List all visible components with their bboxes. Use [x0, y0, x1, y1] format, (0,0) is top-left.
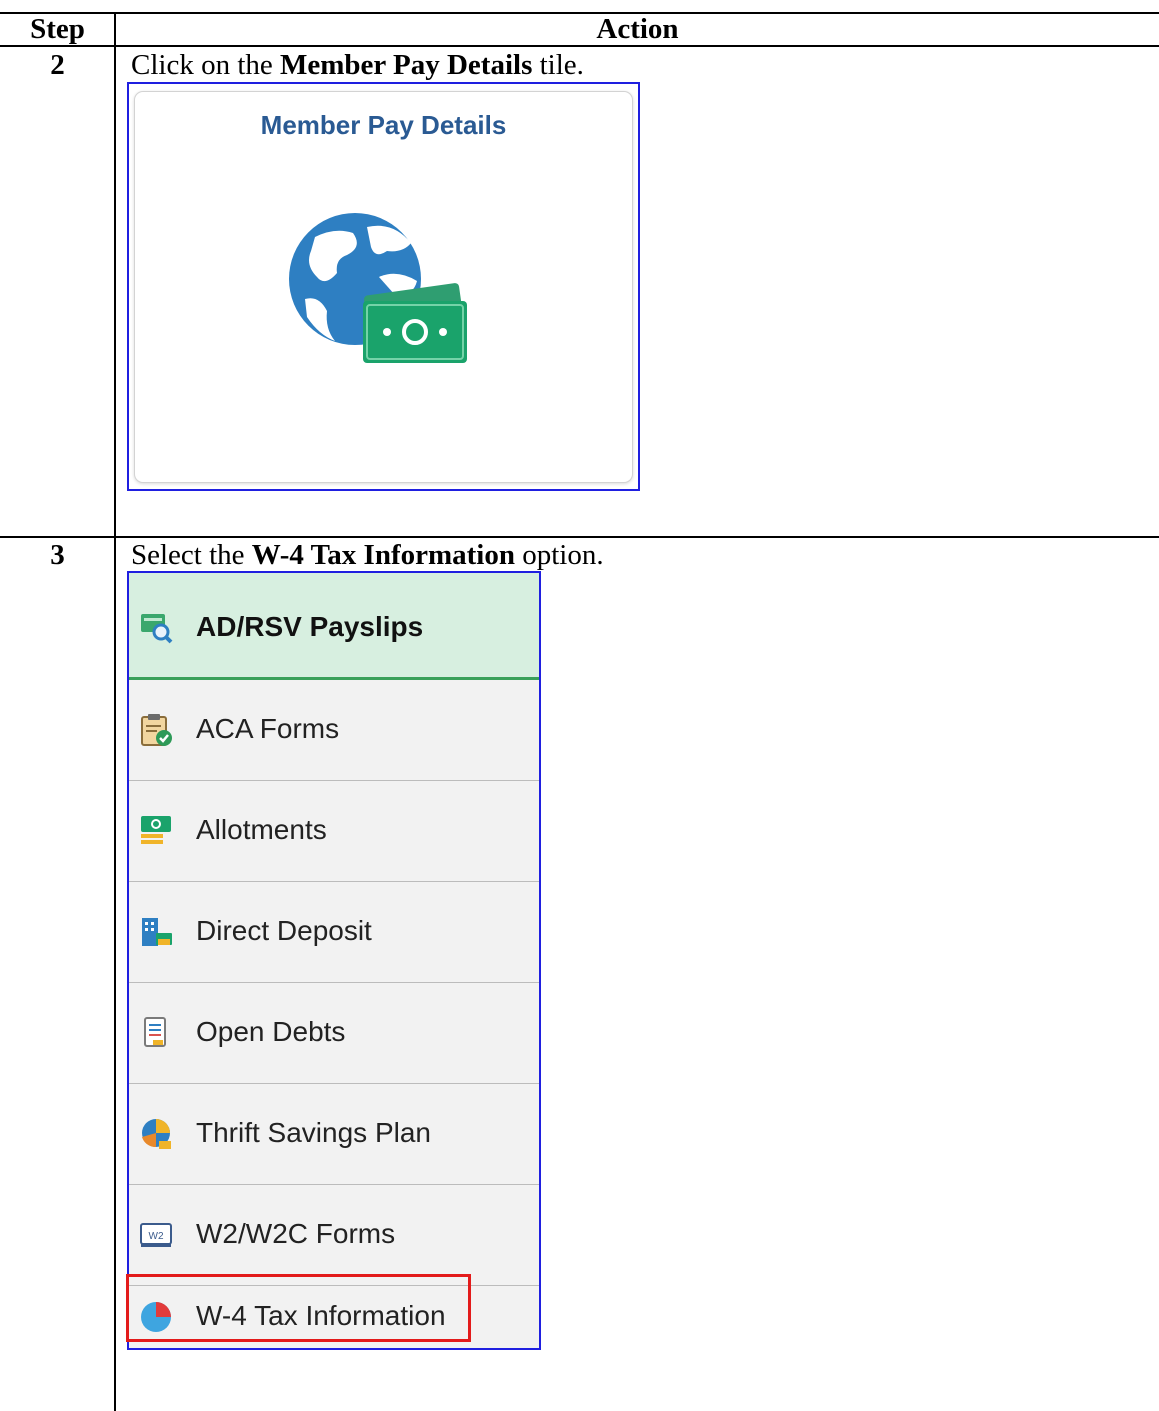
menu-item-direct-deposit[interactable]: Direct Deposit	[129, 882, 539, 983]
svg-text:W2: W2	[149, 1231, 164, 1242]
member-pay-details-tile[interactable]: Member Pay Details	[134, 91, 633, 483]
menu-item-aca-forms[interactable]: ACA Forms	[129, 680, 539, 781]
w2-form-icon: W2	[140, 1223, 172, 1247]
menu-item-label: Allotments	[196, 814, 327, 845]
header-action: Action	[596, 13, 679, 45]
menu-item-allotments[interactable]: Allotments	[129, 781, 539, 882]
menu-item-ad-rsv-payslips[interactable]: AD/RSV Payslips	[129, 573, 539, 680]
step-instruction: Select the W-4 Tax Information option.	[131, 539, 604, 571]
menu-item-thrift-savings-plan[interactable]: Thrift Savings Plan	[129, 1084, 539, 1185]
globe-money-icon	[289, 213, 467, 363]
step-instruction: Click on the Member Pay Details tile.	[131, 49, 584, 81]
document-list-icon	[144, 1017, 166, 1047]
step-number: 2	[50, 49, 65, 81]
menu-item-label: Thrift Savings Plan	[196, 1117, 431, 1148]
menu-item-w2-w2c-forms[interactable]: W2 W2/W2C Forms	[129, 1185, 539, 1286]
clipboard-check-icon	[141, 714, 172, 746]
menu-item-label: Direct Deposit	[196, 915, 372, 946]
step-number: 3	[50, 539, 65, 571]
payslip-search-icon	[141, 614, 173, 644]
menu-item-label: Open Debts	[196, 1016, 346, 1047]
highlight-box-w4-tax-information	[126, 1274, 471, 1342]
savings-globe-icon	[142, 1119, 171, 1149]
money-stack-icon	[141, 816, 171, 844]
table-column-divider	[114, 12, 116, 1411]
payroll-menu-list: AD/RSV Payslips ACA Forms Allotments Dir…	[127, 571, 541, 1350]
tile-screenshot-frame: Member Pay Details	[127, 82, 640, 491]
menu-item-label: AD/RSV Payslips	[196, 611, 424, 642]
header-step: Step	[30, 13, 85, 45]
menu-item-open-debts[interactable]: Open Debts	[129, 983, 539, 1084]
bank-building-icon	[142, 918, 172, 946]
menu-item-label: W2/W2C Forms	[196, 1218, 396, 1249]
tile-title: Member Pay Details	[260, 110, 507, 140]
menu-item-label: ACA Forms	[196, 713, 340, 744]
